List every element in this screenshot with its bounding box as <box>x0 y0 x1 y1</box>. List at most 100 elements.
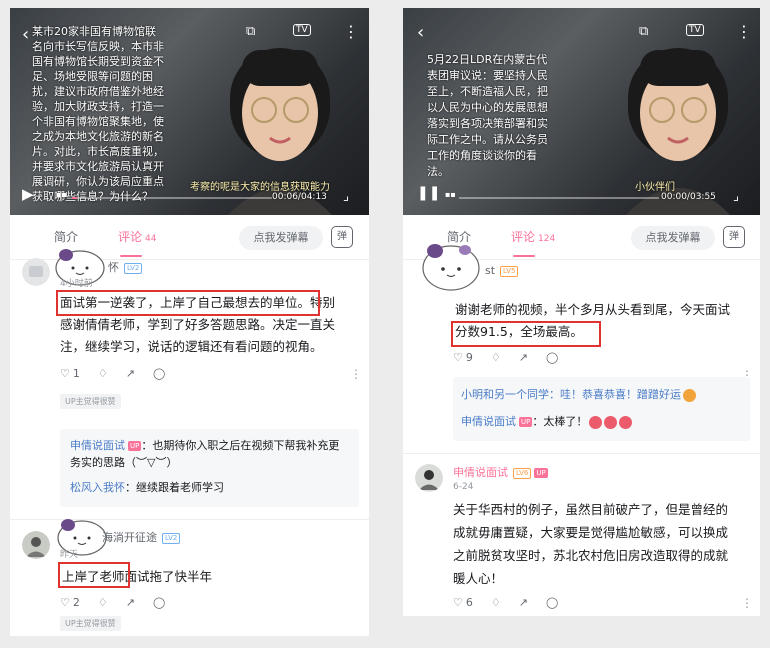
avatar[interactable] <box>22 258 50 286</box>
reply-author[interactable]: 申倩说面试 <box>70 439 125 452</box>
reply-item: 松风入我怀：继续跟着老师学习 <box>70 479 224 496</box>
up-badge: UP <box>534 468 548 478</box>
commenter-name[interactable]: 怀 LV2 <box>108 259 143 275</box>
reply-box[interactable]: 申倩说面试 UP ：也期待你入职之后在视频下帮我补充更务实的思路（︶▽︶） 松风入我… <box>60 429 359 507</box>
active-tab-underline <box>513 255 535 257</box>
commenter-name[interactable]: 申倩说面试 LV6 UP <box>453 464 548 480</box>
video-player[interactable]: ‹ ⧉ TV ⋮ 5月22日LDR在内蒙古代表团审议说：要坚持人民至上，不断造福… <box>403 8 760 215</box>
comment-count: 124 <box>538 234 556 244</box>
reply-icon[interactable]: ◯ <box>153 596 165 609</box>
more-icon[interactable]: ⋮ <box>343 22 359 41</box>
danmaku-icon[interactable]: 弹 <box>331 226 353 248</box>
tab-comments-label: 评论 <box>118 230 143 244</box>
comment-text: 关于华西村的例子，虽然目前破产了，但是曾经的 成就毋庸置疑，大家要是觉得尴尬敏感… <box>453 498 755 590</box>
tv-icon[interactable]: TV <box>293 24 311 36</box>
highlight-box <box>451 321 601 347</box>
up-badge: UP <box>519 417 533 427</box>
fullscreen-icon[interactable]: ⌟ <box>733 189 739 204</box>
danmaku-input[interactable]: 点我发弹幕 <box>631 226 715 250</box>
mascot-sticker <box>422 244 480 291</box>
progress-bar[interactable] <box>72 197 272 199</box>
danmaku-toggle-icon[interactable]: ▪▪ <box>445 190 456 199</box>
reply-text: ：继续跟着老师学习 <box>125 481 224 494</box>
question-overlay: 某市20家非国有博物馆联名向市长写信反映，本市非国有博物馆长期受到资金不足、场地… <box>32 25 164 203</box>
danmaku-input[interactable]: 点我发弹幕 <box>239 226 323 250</box>
comment-line-tail: 面试拖了快半年 <box>124 569 213 584</box>
dislike-icon[interactable]: ♢ <box>98 367 108 380</box>
cast-icon[interactable]: ⧉ <box>639 24 648 39</box>
highlight-box <box>58 562 130 588</box>
level-badge: LV6 <box>513 467 532 479</box>
comment-time: 6-24 <box>453 482 474 492</box>
right-screenshot: ‹ ⧉ TV ⋮ 5月22日LDR在内蒙古代表团审议说：要坚持人民至上，不断造福… <box>403 8 760 616</box>
like-icon[interactable]: ♡ 2 <box>60 596 80 609</box>
commenter-name-text: st <box>485 264 496 277</box>
reply-box[interactable]: 小明和另一个同学：哇！恭喜恭喜！蹭蹭好运 申倩说面试 UP ：太棒了！ <box>453 377 750 441</box>
dislike-icon[interactable]: ♢ <box>491 596 501 609</box>
play-icon[interactable]: ▶ <box>22 185 34 203</box>
question-overlay: 5月22日LDR在内蒙古代表团审议说：要坚持人民至上，不断造福人民，把以人民为中… <box>427 53 548 178</box>
danmaku-icon[interactable]: 弹 <box>723 226 745 248</box>
like-icon[interactable]: ♡ 6 <box>453 596 473 609</box>
comment-count: 44 <box>145 234 157 244</box>
pause-icon[interactable]: ❚❚ <box>417 185 440 201</box>
comment-actions: ♡ 6 ♢ ↗ ◯ <box>453 596 576 609</box>
more-icon[interactable]: ⋮ <box>736 22 752 41</box>
cast-icon[interactable]: ⧉ <box>246 24 255 39</box>
reply-text: ：太棒了！ <box>532 415 588 428</box>
like-icon[interactable]: ♡ 1 <box>60 367 80 380</box>
tab-comments[interactable]: 评论 44 <box>118 228 156 245</box>
left-screenshot: ‹ ⧉ TV ⋮ 某市20家非国有博物馆联名向市长写信反映，本市非国有博物馆长期… <box>10 8 369 636</box>
avatar[interactable] <box>22 531 50 559</box>
more-icon[interactable]: ⋮ <box>350 367 362 381</box>
comment-line: 关于华西村的例子，虽然目前破产了，但是曾经的 <box>453 502 729 517</box>
avatar[interactable] <box>415 464 443 492</box>
comment-actions: ♡ 9 ♢ ↗ ◯ <box>453 351 576 364</box>
tab-intro[interactable]: 简介 <box>54 228 78 245</box>
divider <box>403 453 760 454</box>
level-badge: LV2 <box>162 532 181 544</box>
video-time: 00:00/03:55 <box>661 192 716 202</box>
comment-line: 暖人心！ <box>453 571 504 586</box>
danmaku-toggle-icon[interactable]: ▪▪ <box>56 190 67 199</box>
comment-line: 之前脱贫攻坚时，苏北农村危旧房改造取得的成就 <box>453 548 729 563</box>
tv-icon[interactable]: TV <box>686 24 704 36</box>
heart-eyes-emoji-icon <box>604 415 618 429</box>
comment-line: 注，继续学习，说话的逻辑还有看问题的视角。 <box>60 339 323 354</box>
like-icon[interactable]: ♡ 9 <box>453 351 473 364</box>
progress-bar[interactable] <box>459 197 659 199</box>
comment-line: 感谢倩倩老师，学到了好多答题思路。决定一直关 <box>60 317 336 332</box>
fullscreen-icon[interactable]: ⌟ <box>343 189 349 204</box>
share-icon[interactable]: ↗ <box>126 367 135 380</box>
commenter-name[interactable]: 海淌开征途 LV2 <box>102 529 181 545</box>
level-badge: LV5 <box>500 265 519 277</box>
share-icon[interactable]: ↗ <box>126 596 135 609</box>
up-liked-tag: UP主觉得很赞 <box>60 394 121 409</box>
comment-line: 成就毋庸置疑，大家要是觉得尴尬敏感，可以换成 <box>453 525 729 540</box>
reply-icon[interactable]: ◯ <box>153 367 165 380</box>
share-icon[interactable]: ↗ <box>519 596 528 609</box>
reply-icon[interactable]: ◯ <box>546 351 558 364</box>
commenter-name-text: 怀 <box>108 261 119 274</box>
reply-icon[interactable]: ◯ <box>546 596 558 609</box>
reply-author[interactable]: 松风入我怀 <box>70 481 125 494</box>
dislike-icon[interactable]: ♢ <box>491 351 501 364</box>
share-icon[interactable]: ↗ <box>519 351 528 364</box>
heart-eyes-emoji-icon <box>589 415 603 429</box>
reply-item: 申倩说面试 UP ：也期待你入职之后在视频下帮我补充更务实的思路（︶▽︶） <box>70 437 350 471</box>
highlight-box <box>56 290 320 316</box>
commenter-name[interactable]: st LV5 <box>485 264 519 277</box>
comment-time: 昨天 <box>60 550 79 560</box>
tab-comments[interactable]: 评论 124 <box>511 228 555 245</box>
more-icon[interactable]: ⋮ <box>741 596 753 610</box>
back-icon[interactable]: ‹ <box>417 22 424 43</box>
reply-author[interactable]: 申倩说面试 <box>461 415 516 428</box>
reply-item: 小明和另一个同学：哇！恭喜恭喜！蹭蹭好运 <box>461 386 696 403</box>
heart-eyes-emoji-icon <box>619 415 633 429</box>
video-time: 00:06/04:13 <box>272 192 327 202</box>
video-player[interactable]: ‹ ⧉ TV ⋮ 某市20家非国有博物馆联名向市长写信反映，本市非国有博物馆长期… <box>10 8 369 215</box>
dislike-icon[interactable]: ♢ <box>98 596 108 609</box>
comment-actions: ♡ 1 ♢ ↗ ◯ <box>60 367 183 380</box>
back-icon[interactable]: ‹ <box>22 24 29 45</box>
level-badge: LV2 <box>124 262 143 274</box>
